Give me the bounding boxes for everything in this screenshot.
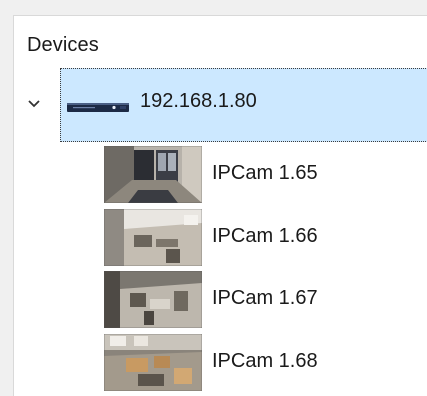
camera-label: IPCam 1.68 <box>212 350 318 372</box>
devices-panel-title: Devices <box>27 34 99 56</box>
camera-thumbnail-icon <box>104 209 202 266</box>
tree-item-camera[interactable]: IPCam 1.66 <box>104 209 424 269</box>
camera-label: IPCam 1.65 <box>212 162 318 184</box>
camera-thumbnail-icon <box>104 334 202 391</box>
camera-thumbnail-icon <box>104 271 202 328</box>
camera-thumbnail-icon <box>104 146 202 203</box>
devices-panel: Devices 192.168.1.80 IPCam 1.65 IPCam 1.… <box>13 15 427 396</box>
nvr-recorder-icon <box>67 103 129 112</box>
tree-item-camera[interactable]: IPCam 1.65 <box>104 146 424 206</box>
camera-label: IPCam 1.67 <box>212 287 318 309</box>
tree-item-device[interactable]: 192.168.1.80 <box>60 68 427 142</box>
tree-item-camera[interactable]: IPCam 1.68 <box>104 334 424 394</box>
chevron-down-icon[interactable] <box>26 96 42 112</box>
camera-label: IPCam 1.66 <box>212 225 318 247</box>
device-label: 192.168.1.80 <box>140 90 257 112</box>
tree-item-camera[interactable]: IPCam 1.67 <box>104 271 424 331</box>
